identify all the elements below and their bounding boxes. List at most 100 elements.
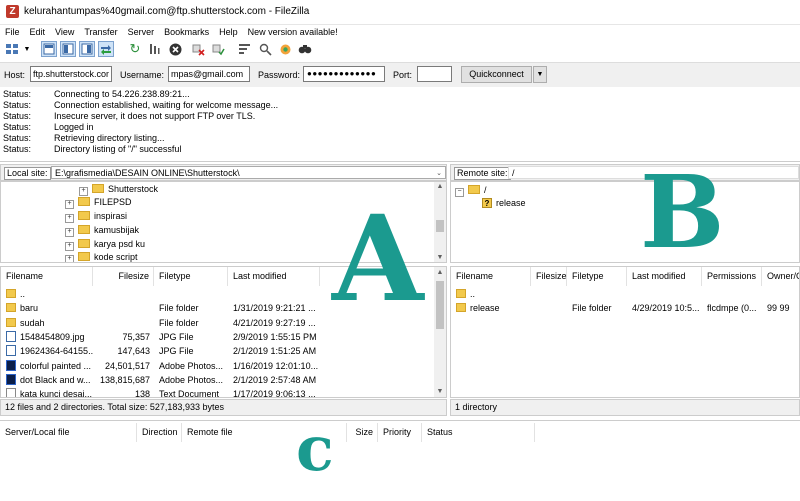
scroll-down-icon[interactable]: ▼ [435,254,445,261]
cell-filetype [572,287,627,301]
column-header-last-modified[interactable]: Last modified [228,267,320,286]
log-row: Status: Retrieving directory listing... [3,133,165,143]
directory-filter-icon[interactable] [236,41,252,57]
cell-filetype: JPG File [159,331,194,342]
annotation-letter-b: B [640,153,725,271]
local-tree-scrollbar[interactable]: ▲ ▼ [434,182,446,262]
toggle-transfer-queue-icon[interactable] [98,41,114,57]
expand-icon[interactable]: + [65,255,74,262]
menu-edit[interactable]: Edit [25,25,51,39]
tree-item[interactable]: + inspirasi [65,210,127,223]
menu-new-version[interactable]: New version available! [243,25,343,39]
quickconnect-history-dropdown[interactable]: ▼ [533,66,547,83]
tree-item[interactable]: + kode script [65,251,138,262]
log-row: Status: Directory listing of "/" successf… [3,144,182,154]
username-input[interactable] [168,66,250,82]
reconnect-icon[interactable] [210,41,226,57]
table-row[interactable]: release File folder 4/29/2019 10:5... flcdm… [451,301,799,315]
column-header-filetype[interactable]: Filetype [154,267,228,286]
folder-icon [6,303,16,313]
cell-filename: dot Black and w... [6,373,93,387]
table-row[interactable]: colorful painted ... 24,501,517 Adobe Phot… [1,359,433,373]
queue-header-priority[interactable]: Priority [378,423,422,442]
column-header-owner-group[interactable]: Owner/G [762,267,799,286]
cell-filename: baru [6,301,93,315]
search-icon[interactable] [297,41,313,57]
password-field[interactable]: ●●●●●●●●●●●●● [303,66,385,82]
expand-icon[interactable]: + [79,187,88,196]
quickconnect-button[interactable]: Quickconnect [461,66,532,83]
tree-item[interactable]: + Shutterstock [79,183,158,196]
toggle-local-tree-icon[interactable] [60,41,76,57]
scrollbar-thumb[interactable] [436,220,444,232]
cell-last-modified: 1/31/2019 9:21:21 ... [233,303,316,314]
column-header-filename[interactable]: Filename [451,267,531,286]
password-label: Password: [258,70,301,80]
scroll-down-icon[interactable]: ▼ [435,388,445,395]
expand-icon[interactable]: + [65,200,74,209]
dropdown-arrow-icon[interactable]: ▼ [22,41,32,57]
table-row[interactable]: 19624364-64155.... 147,643 JPG File 2/1/201… [1,344,433,358]
scroll-up-icon[interactable]: ▲ [435,183,445,190]
cell-last-modified [632,287,702,301]
collapse-icon[interactable]: − [455,188,464,197]
sort-ascending-icon: ^ [481,266,484,271]
toggle-filter-icon[interactable] [257,41,273,57]
tree-item[interactable]: + FILEPSD [65,196,132,209]
cell-filename: .. [6,287,93,301]
folder-icon [78,239,90,248]
tree-item[interactable]: − / [455,184,487,197]
local-status-bar: 12 files and 2 directories. Total size: … [0,399,447,416]
tree-item[interactable]: ? release [482,197,526,209]
local-path-input[interactable]: E:\grafismedia\DESAIN ONLINE\Shutterstoc… [51,166,446,179]
scroll-up-icon[interactable]: ▲ [435,269,445,276]
menu-bookmarks[interactable]: Bookmarks [159,25,214,39]
scrollbar-thumb[interactable] [436,281,444,329]
column-header-filetype[interactable]: Filetype [567,267,627,286]
cell-filetype: File folder [159,317,199,328]
cell-filetype: Adobe Photos... [159,360,224,371]
expand-icon[interactable]: + [65,242,74,251]
local-list-scrollbar[interactable]: ▲ ▼ [434,267,446,397]
queue-header-status[interactable]: Status [422,423,535,442]
port-input[interactable] [417,66,452,82]
queue-header-direction[interactable]: Direction [137,423,182,442]
menu-help[interactable]: Help [214,25,243,39]
site-manager-icon[interactable] [4,41,20,57]
cancel-icon[interactable] [167,41,183,57]
cell-filename: 19624364-64155.... [6,344,93,358]
table-row[interactable]: 1548454809.jpg 75,357 JPG File 2/9/2019 1:5… [1,330,433,344]
menu-file[interactable]: File [0,25,25,39]
column-header-filesize[interactable]: Filesize [93,267,154,286]
cell-filesize: 24,501,517 [104,360,150,371]
menu-transfer[interactable]: Transfer [79,25,122,39]
host-input[interactable] [30,66,112,82]
process-queue-icon[interactable] [146,41,162,57]
local-site-label: Local site: [4,167,51,180]
queue-header-server-local-file[interactable]: Server/Local file [0,423,137,442]
tree-item[interactable]: + karya psd ku [65,238,145,251]
menu-view[interactable]: View [50,25,79,39]
sync-browsing-icon[interactable] [277,41,293,57]
toggle-message-log-icon[interactable] [41,41,57,57]
disconnect-icon[interactable] [190,41,206,57]
column-header-filesize[interactable]: Filesize [531,267,567,286]
cell-filesize: 75,357 [122,331,150,342]
unknown-folder-icon: ? [482,198,492,208]
menu-server[interactable]: Server [123,25,160,39]
cell-filename: 1548454809.jpg [6,330,93,344]
cell-filesize: 138,815,687 [99,374,150,385]
tree-item[interactable]: + kamusbijak [65,224,139,237]
expand-icon[interactable]: + [65,214,74,223]
cell-filetype: File folder [159,303,199,314]
refresh-icon[interactable]: ↻ [127,41,143,57]
queue-header-size[interactable]: Size [347,423,378,442]
cell-last-modified [233,287,319,301]
remote-site-label: Remote site: [454,167,511,180]
chevron-down-icon[interactable]: ⌄ [436,167,442,180]
toggle-remote-tree-icon[interactable] [79,41,95,57]
table-row[interactable]: dot Black and w... 138,815,687 Adobe Photo… [1,373,433,387]
expand-icon[interactable]: + [65,228,74,237]
table-row[interactable]: .. [451,287,799,301]
table-row[interactable]: kata kunci desai... 138 Text Document 1/17/… [1,387,433,397]
